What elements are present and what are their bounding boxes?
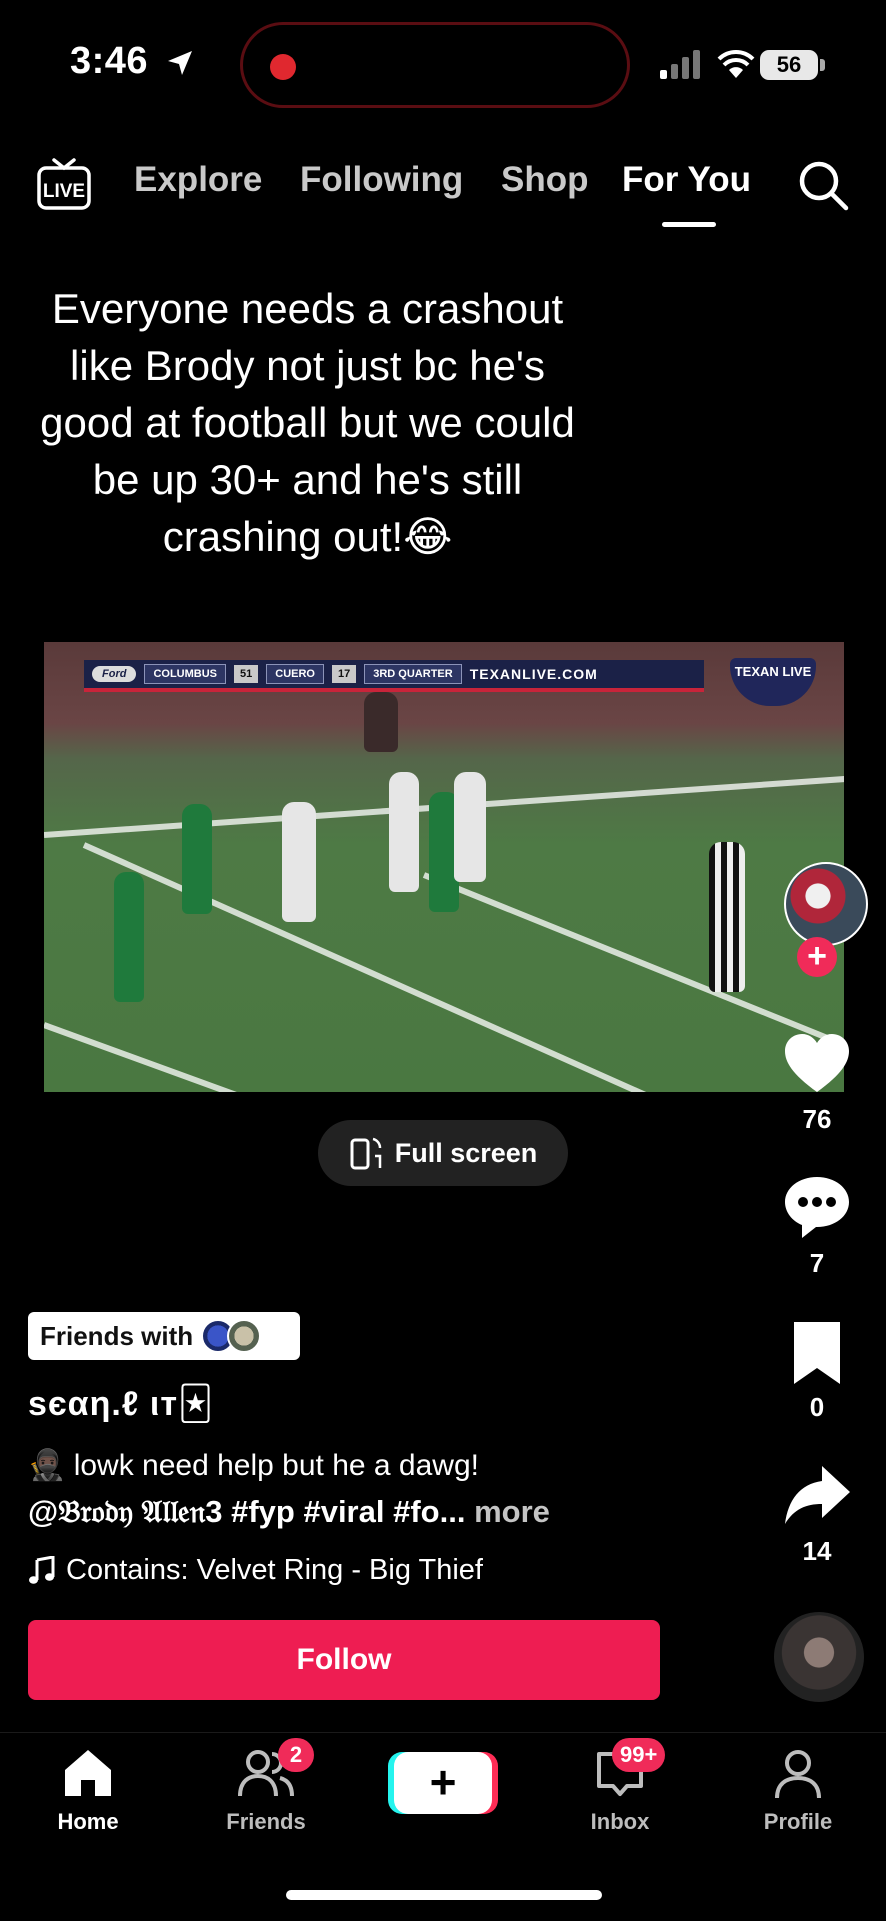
status-time: 3:46 bbox=[70, 40, 149, 82]
video-player[interactable]: Ford COLUMBUS 51 CUERO 17 3RD QUARTER TE… bbox=[44, 642, 844, 1092]
music-label: Contains: Velvet Ring - Big Thief bbox=[66, 1554, 483, 1586]
battery-indicator: 56 bbox=[760, 50, 818, 80]
music-note-icon bbox=[29, 1555, 55, 1584]
description-hashtags[interactable]: @𝔅𝔯𝔬𝔡𝔶 𝔄𝔩𝔩𝔢𝔫3 #fyp #viral #fo... more bbox=[28, 1494, 550, 1531]
live-icon[interactable]: LIVE bbox=[36, 156, 92, 212]
player-figure bbox=[454, 772, 486, 882]
field-line bbox=[44, 1022, 327, 1092]
player-figure bbox=[182, 804, 212, 914]
friends-with-label: Friends with bbox=[40, 1320, 194, 1351]
scoreboard-team1: COLUMBUS bbox=[144, 664, 227, 684]
follow-plus-icon[interactable]: + bbox=[797, 937, 837, 977]
broadcast-badge: TEXAN LIVE bbox=[730, 658, 816, 706]
rotate-screen-icon bbox=[350, 1137, 381, 1170]
friend-avatar bbox=[227, 1319, 262, 1353]
player-figure bbox=[389, 772, 419, 892]
description-line: 🥷🏿 lowk need help but he a dawg! bbox=[28, 1449, 479, 1482]
scoreboard-score2: 17 bbox=[332, 665, 357, 683]
music-disc-avatar[interactable] bbox=[774, 1612, 864, 1702]
scoreboard-team2: CUERO bbox=[266, 664, 324, 684]
tab-home[interactable]: Home bbox=[18, 1746, 158, 1835]
battery-tip bbox=[820, 59, 825, 71]
comment-icon[interactable] bbox=[782, 1172, 852, 1242]
creator-avatar[interactable] bbox=[784, 862, 868, 946]
description-text[interactable]: @𝔅𝔯𝔬𝔡𝔶 𝔄𝔩𝔩𝔢𝔫3 #fyp #viral #fo... bbox=[28, 1494, 465, 1529]
heart-icon[interactable] bbox=[782, 1030, 852, 1100]
search-icon[interactable] bbox=[796, 158, 850, 212]
full-screen-button[interactable]: Full screen bbox=[318, 1120, 568, 1186]
bookmark-icon[interactable] bbox=[782, 1318, 852, 1388]
scoreboard-bar: Ford COLUMBUS 51 CUERO 17 3RD QUARTER TE… bbox=[84, 660, 704, 692]
share-icon[interactable] bbox=[782, 1462, 852, 1532]
sideline-figure bbox=[364, 692, 398, 752]
scoreboard-site: TEXANLIVE.COM bbox=[469, 666, 598, 682]
comments-count: 7 bbox=[809, 1248, 825, 1278]
tab-inbox-label: Inbox bbox=[590, 1809, 650, 1834]
friends-with-pill[interactable]: Friends with bbox=[28, 1312, 300, 1360]
referee-figure bbox=[709, 842, 745, 992]
more-link[interactable]: more bbox=[474, 1494, 550, 1529]
full-screen-label: Full screen bbox=[394, 1137, 538, 1168]
music-info[interactable]: Contains: Velvet Ring - Big Thief bbox=[28, 1554, 483, 1587]
follow-button[interactable]: Follow bbox=[28, 1620, 660, 1700]
home-icon bbox=[65, 1750, 111, 1796]
scoreboard-score1: 51 bbox=[234, 665, 259, 683]
tab-profile-label: Profile bbox=[763, 1809, 833, 1834]
home-indicator bbox=[286, 1890, 602, 1900]
signal-icon bbox=[660, 50, 700, 79]
player-figure bbox=[114, 872, 144, 1002]
friends-badge: 2 bbox=[278, 1738, 314, 1772]
field-line bbox=[422, 872, 844, 1073]
inbox-badge: 99+ bbox=[612, 1738, 666, 1772]
tab-following[interactable]: Following bbox=[300, 160, 463, 200]
saves-count: 0 bbox=[809, 1392, 825, 1422]
active-tab-underline bbox=[662, 222, 716, 227]
live-label: LIVE bbox=[43, 181, 85, 202]
likes-count: 76 bbox=[802, 1104, 832, 1134]
shares-count: 14 bbox=[802, 1536, 832, 1566]
tab-home-label: Home bbox=[57, 1809, 119, 1834]
username[interactable]: sєαη.ℓ ιт🃏 bbox=[28, 1384, 214, 1424]
player-figure bbox=[282, 802, 316, 922]
scoreboard-period: 3RD QUARTER bbox=[364, 664, 462, 684]
tab-explore[interactable]: Explore bbox=[134, 160, 262, 200]
location-arrow-icon bbox=[168, 51, 192, 75]
dynamic-island bbox=[240, 22, 630, 108]
video-overlay-text: Everyone needs a crashout like Brody not… bbox=[40, 285, 575, 560]
create-button[interactable]: + bbox=[394, 1752, 492, 1814]
tab-friends[interactable]: Friends bbox=[196, 1746, 336, 1835]
wifi-icon bbox=[717, 49, 755, 78]
tab-for-you[interactable]: For You bbox=[622, 160, 751, 200]
scoreboard-logo: Ford bbox=[92, 666, 137, 682]
tab-shop[interactable]: Shop bbox=[501, 160, 588, 200]
recording-dot-icon bbox=[270, 54, 296, 80]
profile-icon bbox=[775, 1750, 821, 1799]
tab-friends-label: Friends bbox=[226, 1809, 306, 1834]
tab-profile[interactable]: Profile bbox=[728, 1746, 868, 1835]
